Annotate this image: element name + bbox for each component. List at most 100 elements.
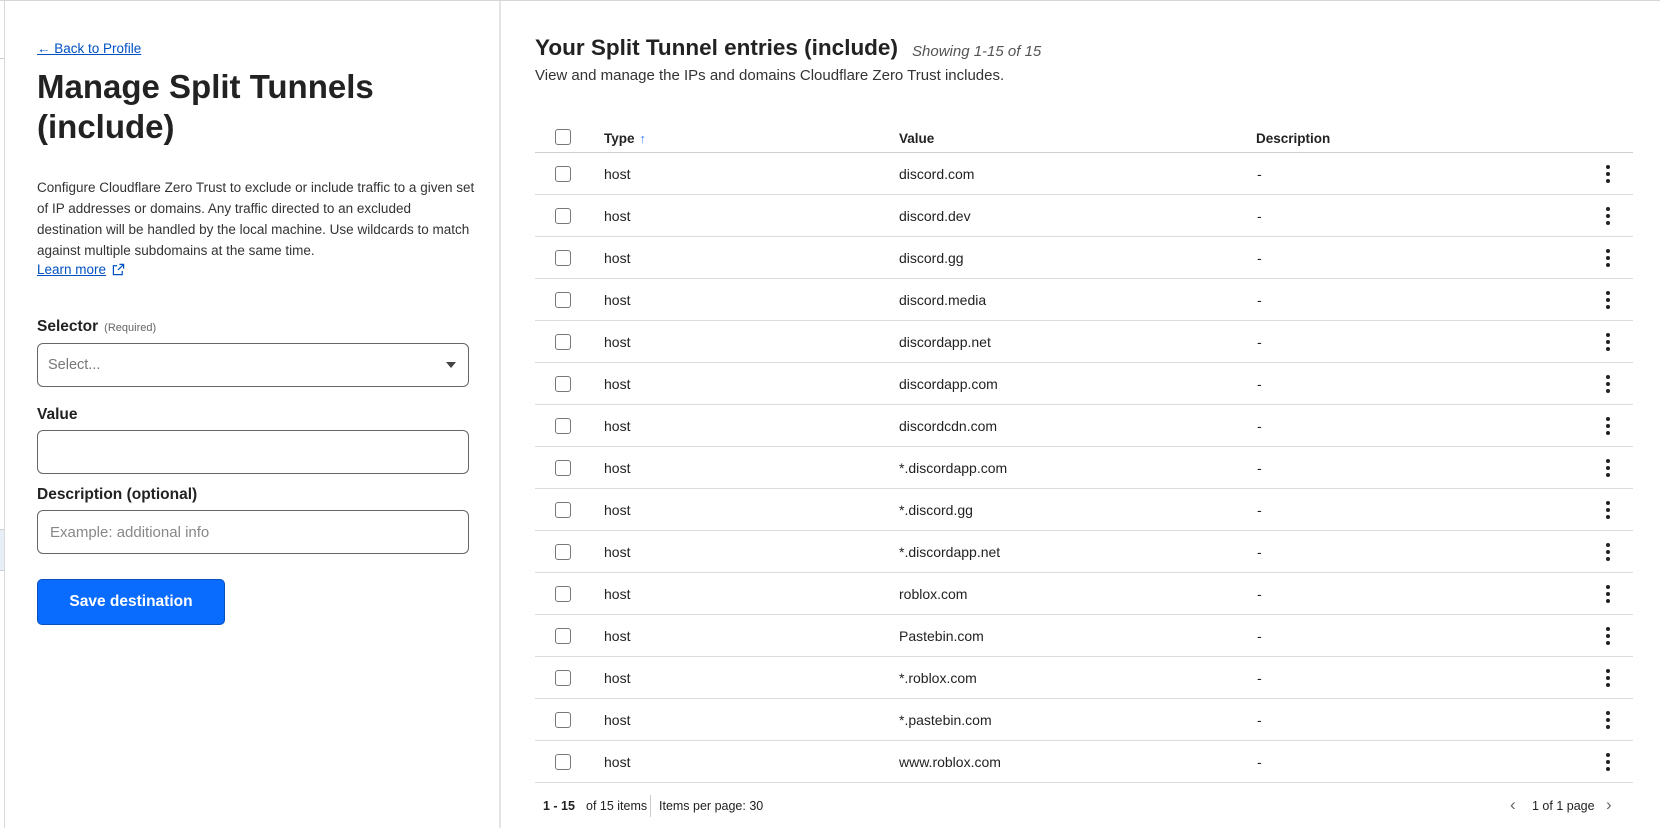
kebab-dot	[1606, 725, 1610, 729]
row-checkbox[interactable]	[555, 460, 571, 476]
row-description: -	[1257, 754, 1262, 770]
table-header: Type ↑ Value Description	[535, 122, 1633, 153]
row-actions-menu-icon[interactable]	[1601, 247, 1615, 269]
row-type: host	[604, 460, 631, 476]
row-description: -	[1257, 376, 1262, 392]
row-actions-menu-icon[interactable]	[1601, 289, 1615, 311]
row-type: host	[604, 712, 631, 728]
table-row: host discordapp.com -	[535, 363, 1633, 405]
row-type: host	[604, 376, 631, 392]
row-actions-menu-icon[interactable]	[1601, 205, 1615, 227]
row-description: -	[1257, 586, 1262, 602]
kebab-dot	[1606, 340, 1610, 344]
row-description: -	[1257, 166, 1262, 182]
row-actions-menu-icon[interactable]	[1601, 625, 1615, 647]
row-type: host	[604, 334, 631, 350]
row-value: discordcdn.com	[899, 418, 998, 434]
row-checkbox[interactable]	[555, 712, 571, 728]
row-description: -	[1257, 544, 1262, 560]
row-type: host	[604, 418, 631, 434]
row-description: -	[1257, 208, 1262, 224]
selector-dropdown[interactable]: Select...	[37, 343, 469, 387]
table-row: host *.roblox.com -	[535, 657, 1633, 699]
row-value: discordapp.net	[899, 334, 991, 350]
row-checkbox[interactable]	[555, 334, 571, 350]
save-destination-button[interactable]: Save destination	[37, 579, 225, 625]
row-description: -	[1257, 460, 1262, 476]
kebab-dot	[1606, 543, 1610, 547]
kebab-dot	[1606, 515, 1610, 519]
type-column-header[interactable]: Type ↑	[604, 131, 646, 146]
row-value: discordapp.com	[899, 376, 998, 392]
row-actions-menu-icon[interactable]	[1601, 415, 1615, 437]
table-row: host discord.com -	[535, 153, 1633, 195]
kebab-dot	[1606, 585, 1610, 589]
kebab-dot	[1606, 256, 1610, 260]
value-input[interactable]	[37, 430, 469, 474]
chevron-left-icon[interactable]: ‹	[1510, 795, 1516, 815]
row-type: host	[604, 670, 631, 686]
row-description: -	[1257, 418, 1262, 434]
row-type: host	[604, 628, 631, 644]
row-actions-menu-icon[interactable]	[1601, 163, 1615, 185]
table-row: host discord.gg -	[535, 237, 1633, 279]
row-actions-menu-icon[interactable]	[1601, 499, 1615, 521]
row-actions-menu-icon[interactable]	[1601, 667, 1615, 689]
items-per-page-select[interactable]: Items per page: 30	[659, 799, 763, 813]
row-checkbox[interactable]	[555, 418, 571, 434]
row-checkbox[interactable]	[555, 208, 571, 224]
row-actions-menu-icon[interactable]	[1601, 583, 1615, 605]
row-checkbox[interactable]	[555, 376, 571, 392]
row-actions-menu-icon[interactable]	[1601, 457, 1615, 479]
kebab-dot	[1606, 592, 1610, 596]
row-type: host	[604, 586, 631, 602]
kebab-dot	[1606, 221, 1610, 225]
required-hint: (Required)	[104, 322, 157, 334]
chevron-right-icon[interactable]: ›	[1606, 795, 1612, 815]
row-checkbox[interactable]	[555, 544, 571, 560]
description-input[interactable]	[37, 510, 469, 554]
entries-count: Showing 1-15 of 15	[912, 43, 1042, 60]
row-checkbox[interactable]	[555, 628, 571, 644]
kebab-dot	[1606, 459, 1610, 463]
row-value: www.roblox.com	[899, 754, 1001, 770]
table-row: host roblox.com -	[535, 573, 1633, 615]
row-description: -	[1257, 502, 1262, 518]
select-all-checkbox[interactable]	[555, 129, 571, 145]
row-checkbox[interactable]	[555, 754, 571, 770]
row-type: host	[604, 502, 631, 518]
kebab-dot	[1606, 179, 1610, 183]
row-actions-menu-icon[interactable]	[1601, 709, 1615, 731]
row-value: roblox.com	[899, 586, 968, 602]
learn-more-link[interactable]: Learn more	[37, 262, 125, 277]
row-type: host	[604, 208, 631, 224]
back-to-profile-link[interactable]: ← Back to Profile	[37, 41, 141, 56]
kebab-dot	[1606, 767, 1610, 771]
kebab-dot	[1606, 718, 1610, 722]
row-checkbox[interactable]	[555, 292, 571, 308]
row-actions-menu-icon[interactable]	[1601, 373, 1615, 395]
row-checkbox[interactable]	[555, 166, 571, 182]
row-description: -	[1257, 628, 1262, 644]
row-checkbox[interactable]	[555, 502, 571, 518]
row-checkbox[interactable]	[555, 586, 571, 602]
kebab-dot	[1606, 599, 1610, 603]
row-checkbox[interactable]	[555, 250, 571, 266]
row-value: discord.dev	[899, 208, 971, 224]
kebab-dot	[1606, 417, 1610, 421]
kebab-dot	[1606, 298, 1610, 302]
row-description: -	[1257, 292, 1262, 308]
kebab-dot	[1606, 683, 1610, 687]
row-value: *.discord.gg	[899, 502, 973, 518]
row-description: -	[1257, 670, 1262, 686]
row-actions-menu-icon[interactable]	[1601, 331, 1615, 353]
entries-title: Your Split Tunnel entries (include)	[535, 35, 898, 60]
kebab-dot	[1606, 760, 1610, 764]
table-row: host Pastebin.com -	[535, 615, 1633, 657]
kebab-dot	[1606, 249, 1610, 253]
row-actions-menu-icon[interactable]	[1601, 751, 1615, 773]
row-type: host	[604, 166, 631, 182]
external-link-icon	[112, 263, 125, 276]
row-actions-menu-icon[interactable]	[1601, 541, 1615, 563]
row-checkbox[interactable]	[555, 670, 571, 686]
